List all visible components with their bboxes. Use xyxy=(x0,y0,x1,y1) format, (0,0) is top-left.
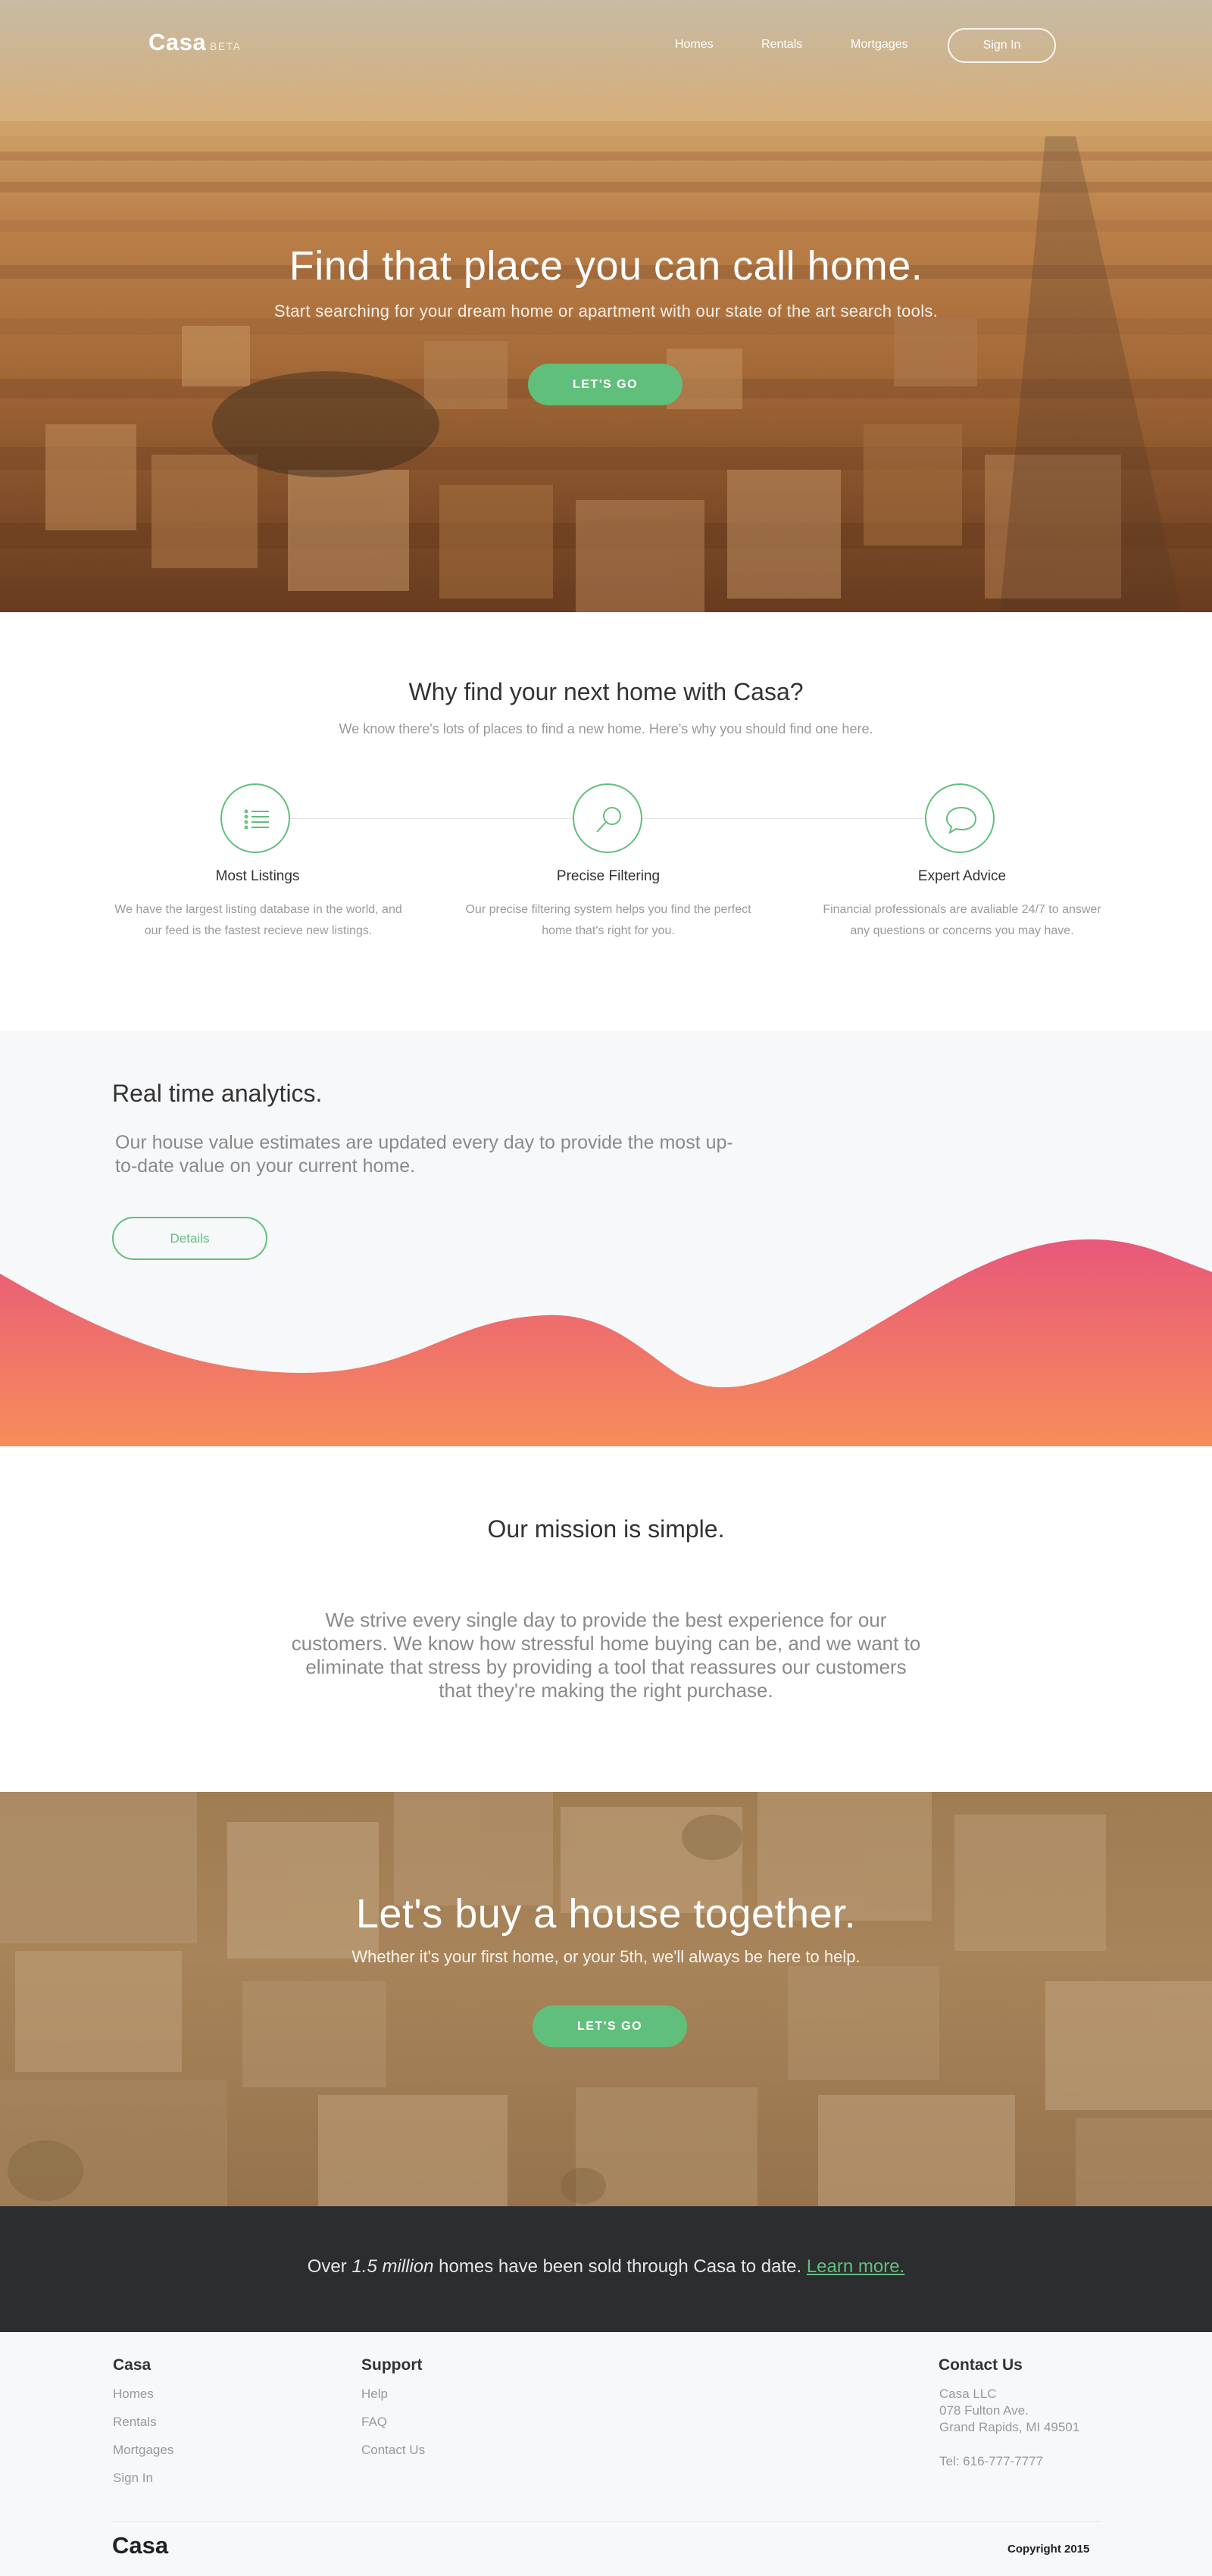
search-icon xyxy=(596,807,621,833)
footer-logo[interactable]: Casa xyxy=(112,2532,168,2559)
stats-text: Over 1.5 million homes have been sold th… xyxy=(0,2256,1212,2277)
footer-link-faq[interactable]: FAQ xyxy=(361,2415,387,2430)
nav-logo[interactable]: Casa xyxy=(148,29,206,56)
footer-divider xyxy=(112,2521,1101,2522)
contact-phone: Tel: 616-777-7777 xyxy=(939,2454,1044,2468)
mission-title: Our mission is simple. xyxy=(487,1515,725,1543)
nav-link-homes[interactable]: Homes xyxy=(675,38,714,52)
buy-lets-go-button[interactable]: LET'S GO xyxy=(533,2005,687,2047)
feature-title-most-listings: Most Listings xyxy=(215,868,300,884)
why-title: Why find your next home with Casa? xyxy=(408,678,804,705)
nav-link-rentals[interactable]: Rentals xyxy=(761,38,802,52)
feature-icon-circle xyxy=(573,783,642,853)
sign-in-button[interactable]: Sign In xyxy=(948,28,1056,63)
stats-prefix: Over xyxy=(307,2256,352,2277)
hero-section: Casa BETA Homes Rentals Mortgages Sign I… xyxy=(0,0,1212,612)
nav-link-mortgages[interactable]: Mortgages xyxy=(851,38,908,52)
analytics-section: Real time analytics. Our house value est… xyxy=(0,1031,1212,1446)
contact-company: Casa LLC xyxy=(939,2387,997,2401)
contact-city: Grand Rapids, MI 49501 xyxy=(939,2420,1080,2434)
contact-street: 078 Fulton Ave. xyxy=(939,2403,1029,2418)
footer-link-help[interactable]: Help xyxy=(361,2387,388,2402)
feature-desc-most-listings: We have the largest listing database in … xyxy=(114,903,402,937)
chat-bubble-icon xyxy=(945,806,977,835)
feature-icon-circle xyxy=(220,783,290,853)
stats-banner: Over 1.5 million homes have been sold th… xyxy=(0,2206,1212,2332)
buy-subtitle: Whether it's your first home, or your 5t… xyxy=(351,1947,861,1966)
why-subtitle: We know there's lots of places to find a… xyxy=(339,721,873,736)
mission-text: We strive every single day to provide th… xyxy=(291,1608,921,1702)
details-button[interactable]: Details xyxy=(112,1217,267,1260)
beta-badge: BETA xyxy=(210,40,242,52)
hero-lets-go-button[interactable]: LET'S GO xyxy=(528,364,683,405)
footer-link-rentals[interactable]: Rentals xyxy=(113,2415,157,2430)
analytics-title: Real time analytics. xyxy=(112,1080,323,1107)
buy-title: Let's buy a house together. xyxy=(355,1891,857,1937)
footer-link-homes[interactable]: Homes xyxy=(113,2387,154,2402)
analytics-description: Our house value estimates are updated ev… xyxy=(115,1132,733,1177)
learn-more-link[interactable]: Learn more. xyxy=(807,2256,904,2277)
footer-contact-heading: Contact Us xyxy=(939,2356,1023,2374)
footer-link-contact-us[interactable]: Contact Us xyxy=(361,2443,425,2458)
feature-icon-circle xyxy=(925,783,995,853)
footer-link-mortgages[interactable]: Mortgages xyxy=(113,2443,173,2458)
list-icon xyxy=(244,809,269,830)
footer-support-heading: Support xyxy=(361,2356,423,2374)
footer-link-sign-in[interactable]: Sign In xyxy=(113,2471,153,2486)
feature-desc-precise-filtering: Our precise filtering system helps you f… xyxy=(465,903,751,937)
feature-desc-expert-advice: Financial professionals are avaliable 24… xyxy=(823,903,1101,937)
stats-suffix: homes have been sold through Casa to dat… xyxy=(433,2256,807,2277)
hero-subtitle: Start searching for your dream home or a… xyxy=(273,302,939,320)
hero-title: Find that place you can call home. xyxy=(289,243,923,289)
feature-title-precise-filtering: Precise Filtering xyxy=(556,868,661,884)
buy-together-section: Let's buy a house together. Whether it's… xyxy=(0,1792,1212,2206)
footer: Casa Homes Rentals Mortgages Sign In Sup… xyxy=(0,2332,1212,2576)
feature-title-expert-advice: Expert Advice xyxy=(917,868,1007,884)
buy-overlay xyxy=(0,1792,1212,2206)
footer-copyright: Copyright 2015 xyxy=(1007,2543,1090,2556)
stats-highlight: 1.5 million xyxy=(351,2256,434,2277)
footer-casa-heading: Casa xyxy=(113,2356,152,2374)
